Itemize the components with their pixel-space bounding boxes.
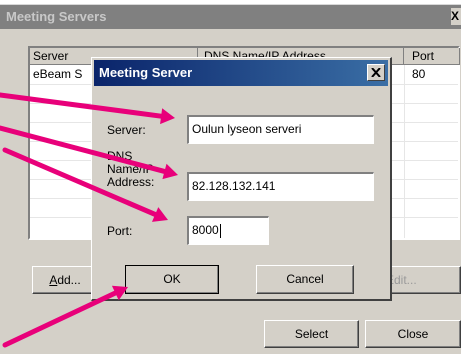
meeting-server-titlebar: Meeting Server [94, 60, 388, 86]
meeting-server-title: Meeting Server [99, 65, 193, 80]
port-value: 8000 [192, 223, 219, 237]
add-label-post: dd... [57, 273, 81, 287]
address-label-line3: Address: [107, 175, 155, 189]
add-button[interactable]: Add... [32, 266, 98, 294]
server-input[interactable]: Oulun lyseon serveri [187, 115, 374, 144]
select-button[interactable]: Select [264, 320, 359, 348]
meeting-servers-title: Meeting Servers [6, 9, 107, 24]
row-server-cell[interactable]: eBeam S [33, 67, 82, 81]
close-button[interactable]: Close [365, 320, 461, 348]
meeting-servers-titlebar: Meeting Servers X [0, 5, 461, 29]
server-label: Server: [107, 123, 146, 137]
close-x-glyph [371, 68, 381, 77]
column-header-port[interactable]: Port [404, 48, 460, 65]
close-x-icon[interactable] [367, 64, 385, 81]
cancel-button[interactable]: Cancel [256, 265, 354, 294]
ok-button[interactable]: OK [125, 265, 219, 294]
meeting-servers-close-button[interactable]: X [451, 8, 461, 25]
text-caret [219, 223, 221, 238]
row-port-cell[interactable]: 80 [412, 67, 425, 81]
port-label: Port: [107, 224, 133, 238]
port-input[interactable]: 8000 [187, 216, 269, 245]
column-divider [404, 65, 405, 238]
meeting-server-dialog: Meeting Server Server: Oulun lyseon serv… [91, 57, 392, 301]
address-input[interactable]: 82.128.132.141 [187, 172, 374, 201]
